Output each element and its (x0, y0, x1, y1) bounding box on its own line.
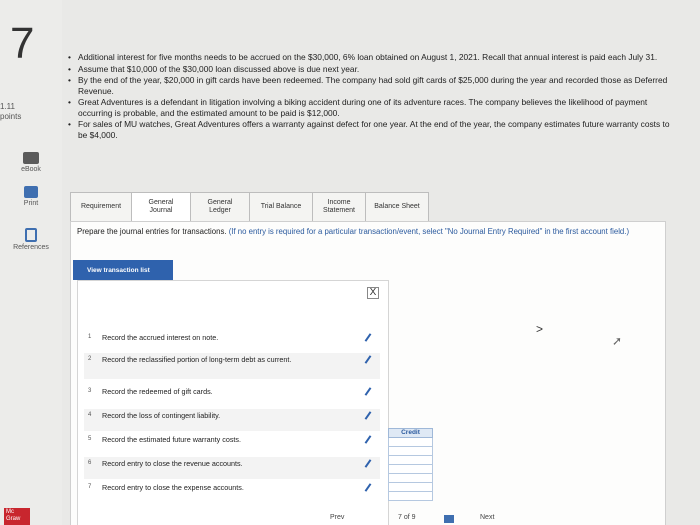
tab-requirement[interactable]: Requirement (70, 192, 132, 222)
bullet-item: By the end of the year, $20,000 in gift … (66, 75, 678, 96)
bottom-navigation: Prev 7 of 9 Next (330, 514, 530, 525)
transaction-row-1[interactable]: 1 Record the accrued interest on note. (84, 331, 380, 353)
transaction-label: Record entry to close the revenue accoun… (102, 459, 243, 468)
edit-pencil-icon[interactable] (364, 411, 372, 420)
transaction-number: 3 (88, 388, 92, 394)
tab-income-statement[interactable]: Income Statement (312, 192, 366, 222)
credit-input[interactable] (388, 465, 433, 474)
view-transaction-list-button[interactable]: View transaction list (73, 260, 173, 280)
tab-label: Journal (149, 207, 173, 214)
credit-column: Credit (388, 428, 433, 501)
print-label: Print (23, 200, 39, 207)
edit-pencil-icon[interactable] (364, 333, 372, 342)
credit-input[interactable] (388, 447, 433, 456)
references-button[interactable]: References (0, 228, 62, 251)
transaction-row-6[interactable]: 6 Record entry to close the revenue acco… (84, 457, 380, 479)
edit-pencil-icon[interactable] (364, 355, 372, 364)
ebook-icon (23, 152, 39, 164)
question-points: 1.11 points (0, 102, 21, 122)
tab-label: Requirement (80, 203, 122, 210)
points-label: points (0, 112, 22, 121)
requirement-tabs: Requirement General Journal General Ledg… (70, 192, 429, 222)
bullet-item: Great Adventures is a defendant in litig… (66, 97, 678, 118)
tab-general-journal[interactable]: General Journal (131, 192, 191, 222)
transaction-label: Record the loss of contingent liability. (102, 411, 221, 420)
mcgraw-hill-logo: Mc Graw (4, 508, 30, 525)
transaction-number: 6 (88, 460, 92, 466)
credit-input[interactable] (388, 474, 433, 483)
edit-pencil-icon[interactable] (364, 483, 372, 492)
question-number: 7 (10, 19, 35, 68)
edit-pencil-icon[interactable] (364, 459, 372, 468)
transaction-label: Record the accrued interest on note. (102, 333, 219, 342)
transaction-row-7[interactable]: 7 Record entry to close the expense acco… (84, 481, 380, 503)
ebook-label: eBook (21, 166, 41, 173)
transaction-number: 2 (88, 356, 92, 362)
tab-general-ledger[interactable]: General Ledger (190, 192, 250, 222)
edit-pencil-icon[interactable] (364, 387, 372, 396)
tab-label: General (148, 199, 174, 206)
print-button[interactable]: Print (0, 186, 62, 207)
logo-line2: Graw (6, 516, 21, 522)
transaction-label: Record the estimated future warranty cos… (102, 435, 242, 444)
page-indicator: 7 of 9 (398, 514, 416, 521)
transaction-row-2[interactable]: 2 Record the reclassified portion of lon… (84, 353, 380, 379)
instructions-note: (If no entry is required for a particula… (228, 227, 630, 236)
question-bullets: Additional interest for five months need… (66, 52, 678, 141)
transaction-label: Record the redeemed of gift cards. (102, 387, 213, 396)
credit-input[interactable] (388, 483, 433, 492)
tab-label: Ledger (209, 207, 231, 214)
logo-line1: Mc (6, 509, 14, 515)
next-button[interactable]: Next (480, 514, 494, 521)
tab-label: General (207, 199, 233, 206)
prev-button[interactable]: Prev (330, 514, 344, 521)
grid-icon[interactable] (444, 515, 454, 523)
transaction-row-4[interactable]: 4 Record the loss of contingent liabilit… (84, 409, 380, 431)
points-value: 1.11 (0, 102, 15, 111)
transaction-row-5[interactable]: 5 Record the estimated future warranty c… (84, 433, 380, 455)
credit-input[interactable] (388, 492, 433, 501)
bullet-item: Assume that $10,000 of the $30,000 loan … (66, 64, 678, 75)
bullet-item: For sales of MU watches, Great Adventure… (66, 119, 678, 140)
instructions: Prepare the journal entries for transact… (77, 227, 657, 237)
references-icon (25, 228, 37, 242)
close-icon[interactable]: X (367, 287, 379, 299)
transaction-number: 4 (88, 412, 92, 418)
tab-label: Trial Balance (260, 203, 302, 210)
edit-pencil-icon[interactable] (364, 435, 372, 444)
left-rail: 7 1.11 points eBook Print References Mc … (0, 0, 62, 525)
tab-label: Balance Sheet (374, 203, 420, 210)
tab-trial-balance[interactable]: Trial Balance (249, 192, 313, 222)
transaction-list-window: X 1 Record the accrued interest on note.… (77, 280, 389, 525)
transaction-number: 1 (88, 334, 92, 340)
print-icon (24, 186, 38, 198)
tab-label: Income (327, 199, 351, 206)
bullet-item: Additional interest for five months need… (66, 52, 678, 63)
mouse-cursor-icon: ➚ (612, 334, 623, 348)
journal-panel: Prepare the journal entries for transact… (70, 221, 666, 525)
instructions-main: Prepare the journal entries for transact… (77, 227, 227, 236)
tab-label: Statement (323, 207, 355, 214)
tab-balance-sheet[interactable]: Balance Sheet (365, 192, 429, 222)
credit-input[interactable] (388, 438, 433, 447)
transaction-label: Record entry to close the expense accoun… (102, 483, 244, 492)
transaction-label: Record the reclassified portion of long-… (102, 355, 292, 364)
transaction-number: 5 (88, 436, 92, 442)
ebook-button[interactable]: eBook (0, 152, 62, 173)
next-chevron-icon[interactable]: > (536, 322, 543, 336)
credit-header: Credit (388, 428, 433, 438)
credit-input[interactable] (388, 456, 433, 465)
references-label: References (13, 244, 49, 251)
transaction-row-3[interactable]: 3 Record the redeemed of gift cards. (84, 385, 380, 407)
transaction-number: 7 (88, 484, 92, 490)
